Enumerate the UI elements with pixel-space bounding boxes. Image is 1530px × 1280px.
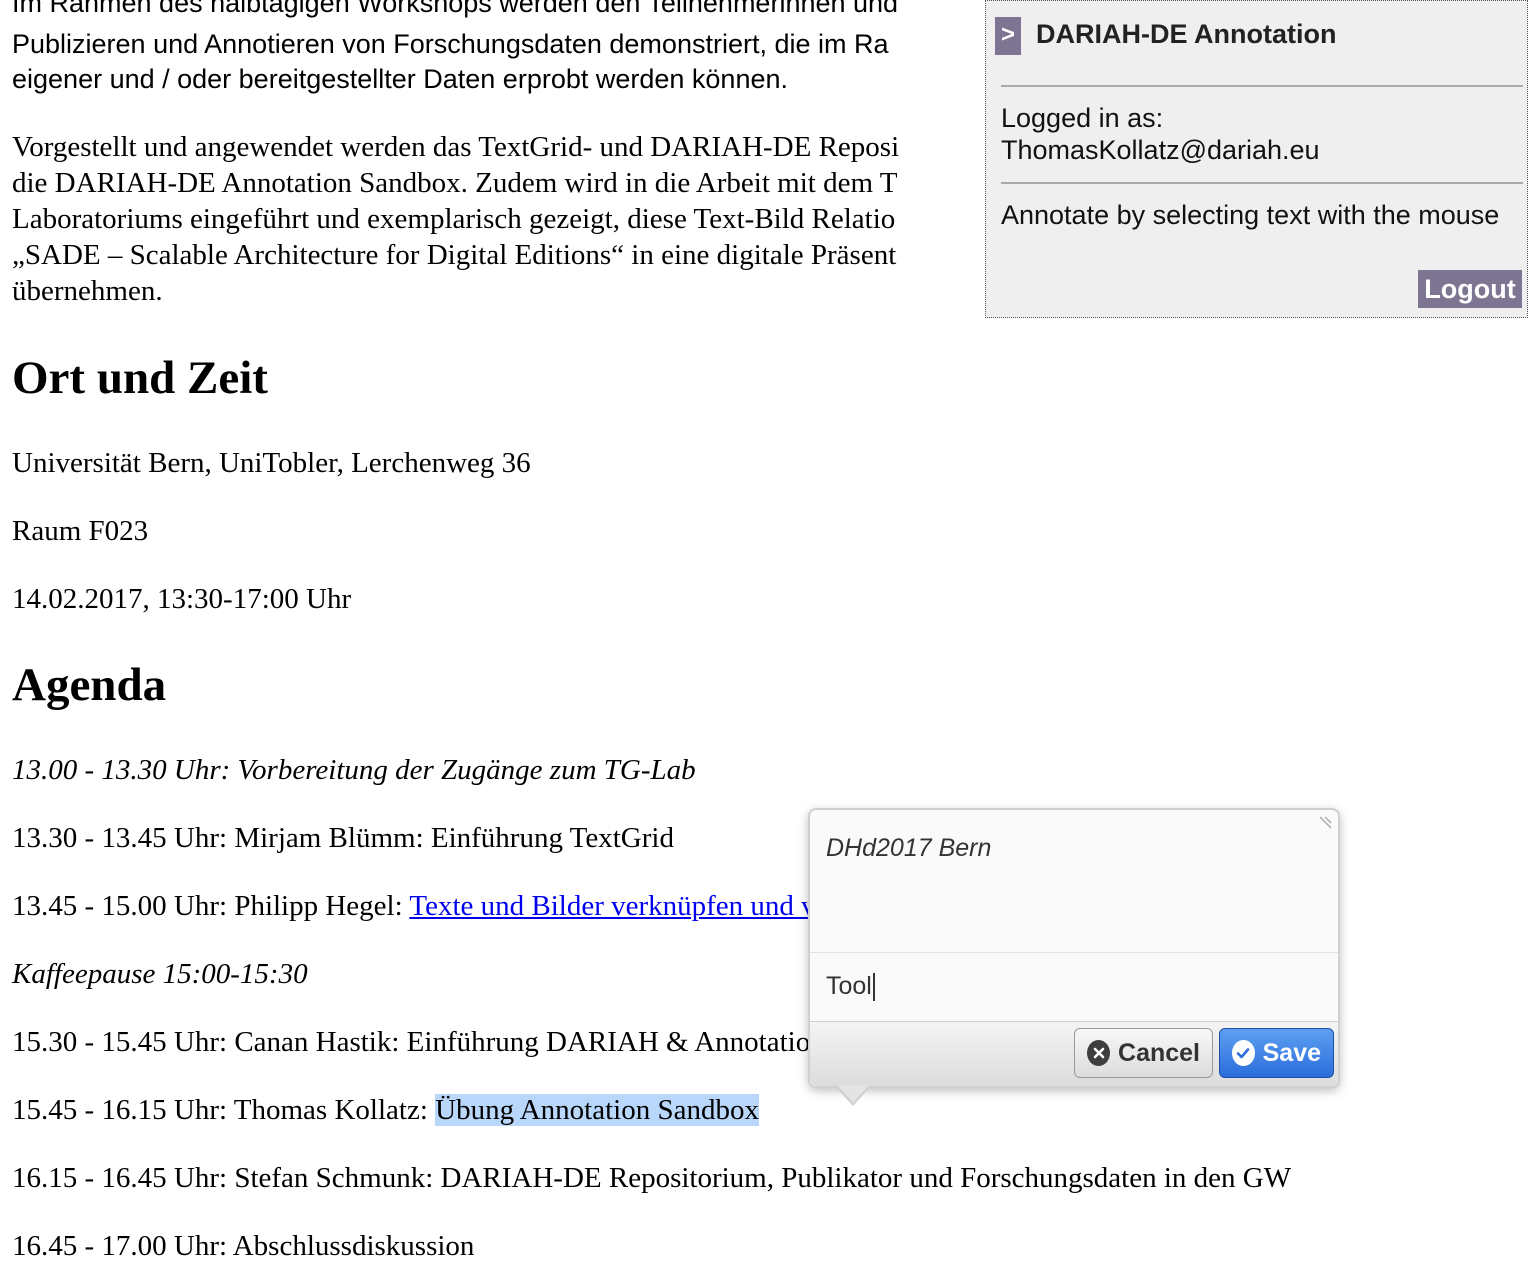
panel-divider bbox=[1001, 182, 1523, 184]
datetime-text: 14.02.2017, 13:30-17:00 Uhr bbox=[12, 583, 352, 615]
agenda-item: 16.45 - 17.00 Uhr: Abschlussdiskussion bbox=[12, 1230, 475, 1262]
annotation-panel: > DARIAH-DE Annotation Logged in as: Tho… bbox=[985, 0, 1528, 318]
tags-field[interactable]: Tool bbox=[826, 972, 875, 1002]
paragraph-line-2: die DARIAH-DE Annotation Sandbox. Zudem … bbox=[12, 167, 898, 199]
coffee-break: Kaffeepause 15:00-15:30 bbox=[12, 958, 308, 990]
logged-in-label: Logged in as: bbox=[1001, 103, 1164, 133]
cancel-button[interactable]: Cancel bbox=[1074, 1028, 1213, 1078]
annotation-editor: DHd2017 Bern Tool Cancel Save bbox=[808, 808, 1340, 1106]
intro-line-1: Im Rahmen des halbtägigen Workshops werd… bbox=[12, 0, 899, 18]
agenda-item: 15.30 - 15.45 Uhr: Canan Hastik: Einführ… bbox=[12, 1026, 825, 1058]
paragraph-line-4: „SADE – Scalable Architecture for Digita… bbox=[12, 239, 897, 271]
paragraph-line-1: Vorgestellt und angewendet werden das Te… bbox=[12, 131, 900, 163]
agenda-item: 15.45 - 16.15 Uhr: Thomas Kollatz: Übung… bbox=[12, 1092, 759, 1128]
annotation-text-field[interactable]: DHd2017 Bern bbox=[826, 834, 991, 863]
room-text: Raum F023 bbox=[12, 515, 149, 547]
heading-agenda: Agenda bbox=[12, 659, 167, 711]
panel-title: DARIAH-DE Annotation bbox=[1036, 19, 1337, 49]
agenda-item-prefix: 13.45 - 15.00 Uhr: Philipp Hegel: bbox=[12, 890, 410, 922]
logout-button[interactable]: Logout bbox=[1418, 270, 1522, 308]
heading-ort-und-zeit: Ort und Zeit bbox=[12, 352, 268, 404]
resize-handle-icon[interactable] bbox=[1316, 816, 1332, 832]
cancel-label: Cancel bbox=[1118, 1038, 1200, 1067]
agenda-item-prefix: 15.45 - 16.15 Uhr: Thomas Kollatz: bbox=[12, 1094, 436, 1126]
agenda-item: 16.15 - 16.45 Uhr: Stefan Schmunk: DARIA… bbox=[12, 1162, 1292, 1194]
annotate-hint: Annotate by selecting text with the mous… bbox=[1001, 200, 1500, 230]
save-button[interactable]: Save bbox=[1219, 1028, 1334, 1078]
intro-line-3: eigener und / oder bereitgestellter Date… bbox=[12, 64, 788, 94]
panel-toggle-button[interactable]: > bbox=[995, 17, 1021, 55]
agenda-item: 13.30 - 13.45 Uhr: Mirjam Blümm: Einführ… bbox=[12, 822, 674, 854]
paragraph-line-3: Laboratoriums eingeführt und exemplarisc… bbox=[12, 203, 896, 235]
editor-divider bbox=[810, 952, 1338, 953]
location-text: Universität Bern, UniTobler, Lerchenweg … bbox=[12, 447, 531, 479]
editor-footer: Cancel Save bbox=[810, 1021, 1338, 1086]
selected-text[interactable]: Übung Annotation Sandbox bbox=[435, 1094, 759, 1126]
panel-divider bbox=[1001, 85, 1523, 87]
save-label: Save bbox=[1262, 1038, 1321, 1067]
logged-in-user: ThomasKollatz@dariah.eu bbox=[1001, 135, 1320, 165]
agenda-item: 13.00 - 13.30 Uhr: Vorbereitung der Zugä… bbox=[12, 754, 696, 786]
checkmark-icon bbox=[1232, 1040, 1255, 1066]
tags-value: Tool bbox=[826, 972, 872, 1000]
paragraph-line-5: übernehmen. bbox=[12, 275, 163, 307]
cancel-icon bbox=[1087, 1040, 1111, 1066]
text-caret bbox=[872, 973, 875, 1002]
editor-pointer-inner bbox=[837, 1085, 869, 1103]
intro-line-2: Publizieren und Annotieren von Forschung… bbox=[12, 29, 889, 59]
